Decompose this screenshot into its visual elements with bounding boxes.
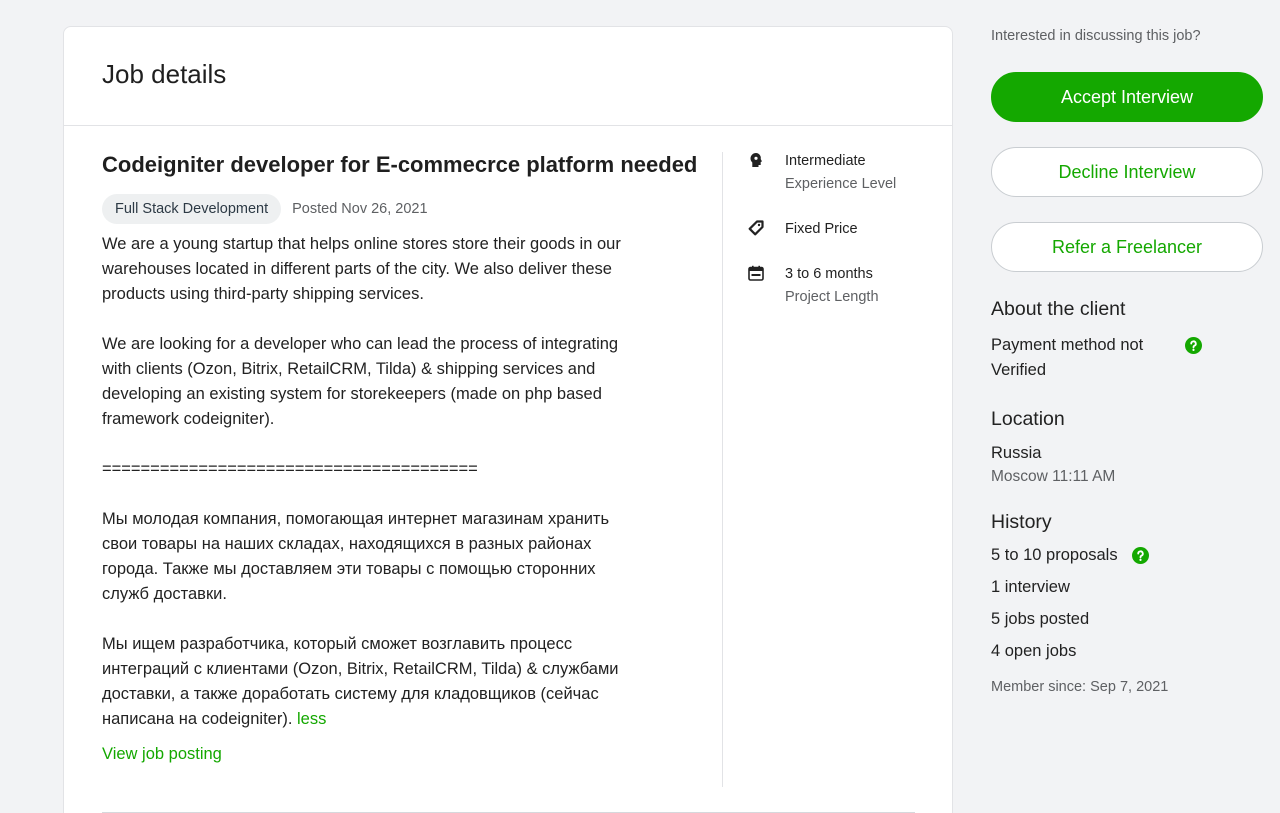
description-paragraph: We are looking for a developer who can l…: [102, 335, 619, 428]
description-paragraph-last: Мы ищем разработчика, который сможет воз…: [102, 632, 702, 732]
client-city-time: Moscow 11:11 AM: [991, 468, 1116, 485]
description-paragraph: We are a young startup that helps online…: [102, 235, 621, 303]
job-title: Codeigniter developer for E-commecrce pl…: [102, 152, 698, 177]
description-text: Мы ищем разработчика, который сможет воз…: [102, 635, 619, 728]
refer-freelancer-button[interactable]: Refer a Freelancer: [991, 222, 1263, 272]
price-type: Fixed Price: [748, 218, 928, 241]
decline-interview-button[interactable]: Decline Interview: [991, 147, 1263, 197]
accept-interview-button[interactable]: Accept Interview: [991, 72, 1263, 122]
about-client-section: About the client Payment method not Veri…: [991, 298, 1263, 383]
location-title: Location: [991, 408, 1065, 430]
client-country: Russia: [991, 444, 1042, 462]
jobs-posted-count: 5 jobs posted: [991, 610, 1090, 628]
length-value: 3 to 6 months: [785, 266, 873, 282]
description-paragraph: Мы молодая компания, помогающая интернет…: [102, 510, 610, 603]
experience-level: Intermediate Experience Level: [748, 150, 928, 196]
card-body: Codeigniter developer for E-commecrce pl…: [64, 126, 952, 813]
less-link[interactable]: less: [297, 710, 326, 728]
help-icon[interactable]: [1185, 337, 1202, 354]
job-features: Intermediate Experience Level Fixed Pric…: [748, 150, 928, 331]
location-section: Location Russia Moscow 11:11 AM: [991, 408, 1263, 486]
job-main-column: Codeigniter developer for E-commecrce pl…: [102, 152, 702, 764]
view-job-posting-link[interactable]: View job posting: [102, 745, 222, 764]
history-title: History: [991, 511, 1052, 533]
payment-status-text: Payment method not Verified: [991, 336, 1144, 379]
interviews-count: 1 interview: [991, 578, 1070, 596]
open-jobs-count: 4 open jobs: [991, 642, 1077, 660]
interest-prompt: Interested in discussing this job?: [991, 28, 1201, 44]
length-label: Project Length: [785, 289, 879, 305]
project-length: 3 to 6 months Project Length: [748, 263, 928, 309]
experience-value: Intermediate: [785, 153, 866, 169]
proposals-count: 5 to 10 proposals: [991, 546, 1263, 565]
price-value: Fixed Price: [785, 221, 858, 237]
job-description: We are a young startup that helps online…: [102, 232, 702, 732]
tag-icon: [748, 220, 764, 236]
proposals-text: 5 to 10 proposals: [991, 546, 1118, 564]
page-title: Job details: [102, 59, 227, 89]
posted-date: Posted Nov 26, 2021: [292, 201, 428, 217]
card-header: Job details: [64, 27, 952, 126]
about-client-title: About the client: [991, 298, 1126, 320]
job-meta-row: Full Stack Development Posted Nov 26, 20…: [102, 194, 702, 224]
column-divider: [722, 152, 723, 787]
description-separator: =======================================: [102, 460, 478, 478]
job-details-card: Job details Codeigniter developer for E-…: [63, 26, 953, 813]
experience-label: Experience Level: [785, 176, 897, 192]
member-since: Member since: Sep 7, 2021: [991, 679, 1169, 695]
right-sidebar: Interested in discussing this job? Accep…: [991, 26, 1263, 695]
history-section: History 5 to 10 proposals 1 interview 5 …: [991, 511, 1263, 695]
payment-status: Payment method not Verified: [991, 333, 1263, 383]
brain-icon: [748, 152, 764, 168]
category-chip[interactable]: Full Stack Development: [102, 194, 282, 224]
calendar-icon: [748, 265, 764, 281]
help-icon[interactable]: [1131, 547, 1149, 564]
